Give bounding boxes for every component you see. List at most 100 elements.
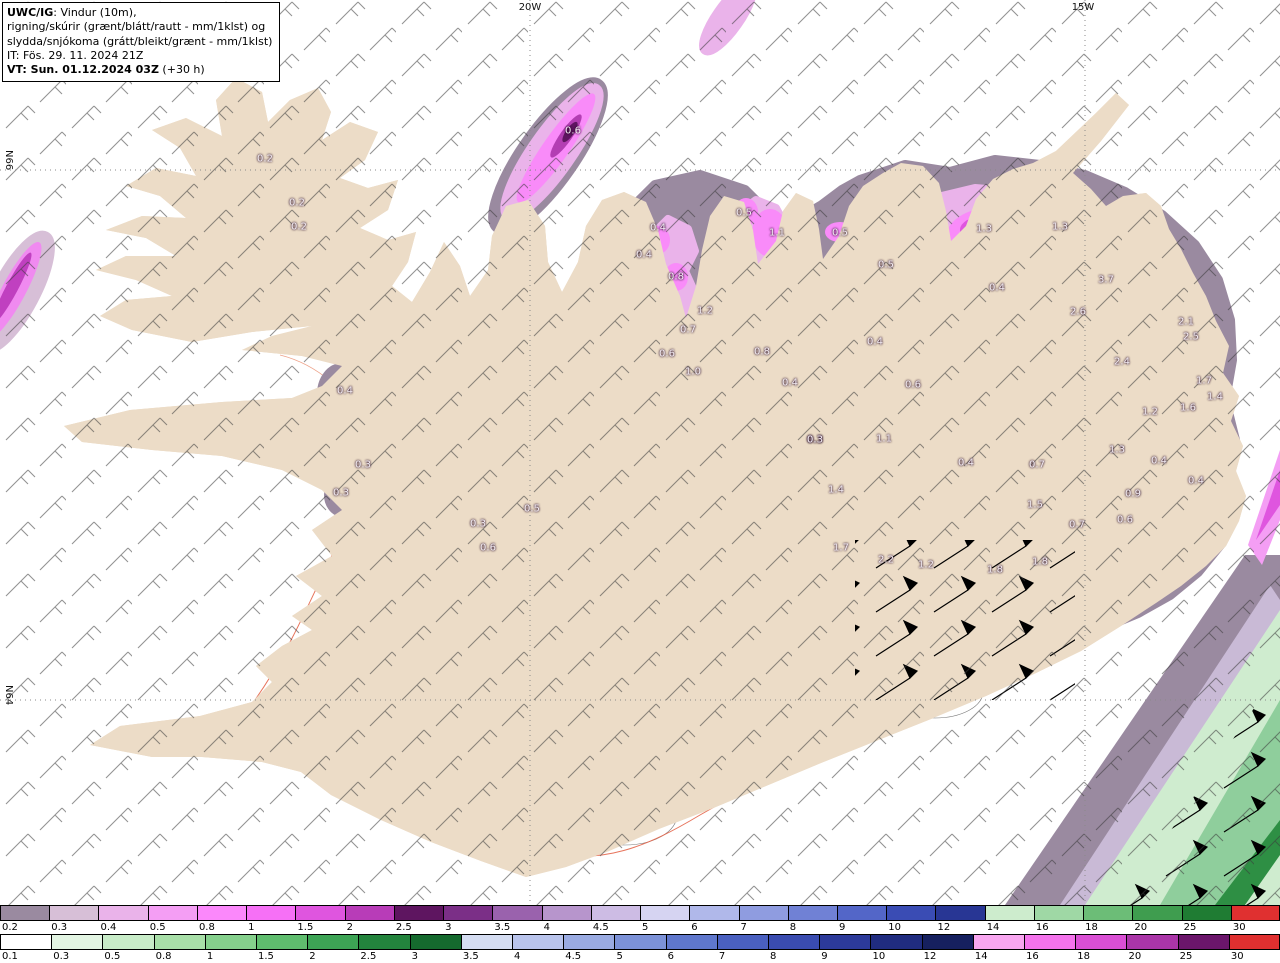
weather-map-page: { "title_box": { "model": "UWC/IG", "lin… [0,0,1280,963]
precip-value-label: 1.8 [987,564,1003,576]
colorbar-segment: 18 [1075,934,1127,963]
colorbar-rain: 0.1 0.3 0.5 0.8 1 1.5 2 2.5 3 3.5 4 4.5 5 6 7 8 9 10 12 14 1… [0,934,1280,963]
colorbar-segment: 20 [1132,905,1182,934]
precip-value-label: 0.4 [989,282,1005,294]
colorbar-segment: 9 [819,934,871,963]
colorbar-swatch [640,905,690,921]
colorbar-segment: 0.8 [196,905,247,934]
precip-value-label: 0.9 [1125,488,1141,500]
colorbar-swatch [541,905,591,921]
precip-value-label: 0.5 [524,503,540,515]
precip-value-label: 2.4 [1114,356,1130,368]
colorbar-swatch [787,905,837,921]
colorbar-segment: 0.5 [102,934,154,963]
colorbar-segment: 4.5 [590,905,641,934]
colorbar-swatch [204,934,257,950]
colorbar-segment: 2 [307,934,359,963]
precip-value-label: 0.6 [905,379,921,391]
colorbar-tick-label: 16 [1026,951,1039,962]
precip-value-label: 1.2 [918,559,934,571]
precip-value-label: 0.3 [333,487,349,499]
title-line-1: UWC/IG: Vindur (10m), [7,6,137,19]
precip-value-label: 1.1 [769,227,785,239]
colorbar-segment: 0.1 [0,934,52,963]
colorbar-swatch [344,905,394,921]
colorbar-swatch [1132,905,1182,921]
colorbar-tick-label: 25 [1179,951,1193,962]
colorbar-swatch [563,934,615,950]
precip-value-label: 2.5 [1183,331,1199,343]
title-box: UWC/IG: Vindur (10m), rigning/skúrir (gr… [2,2,281,83]
precip-value-label: 1.0 [685,366,701,378]
colorbar-tick-label: 0.3 [51,922,68,933]
colorbar-tick-label: 18 [1077,951,1090,962]
colorbar-tick-label: 3 [411,951,418,962]
precip-value-label: 0.2 [257,153,273,165]
colorbar-swatch [0,934,52,950]
colorbar-swatch [295,905,345,921]
colorbar-segment: 18 [1083,905,1133,934]
precip-value-label: 1.8 [1032,556,1048,568]
colorbar-swatch [153,934,205,950]
colorbar-tick-label: 3.5 [494,922,511,933]
precip-value-label: 0.7 [1069,519,1085,531]
colorbar-segment: 0.2 [0,905,50,934]
precip-value-label: 1.3 [1052,221,1068,233]
colorbar-tick-label: 7 [740,922,747,933]
colorbar-tick-label: 8 [789,922,797,933]
colorbar-tick-label: 0.4 [100,922,117,933]
precip-value-label: 1.3 [1109,444,1125,456]
colorbar-swatch [98,905,148,921]
colorbar-segment: 30 [1230,905,1280,934]
colorbar-swatch [1033,905,1084,921]
colorbar-segment: 7 [716,934,769,963]
precip-value-label: 1.4 [828,484,844,496]
colorbar-swatch [102,934,154,950]
colorbar-segment: 8 [787,905,837,934]
colorbar-segment: 16 [1024,934,1076,963]
colorbar-tick-label: 3.5 [462,951,479,962]
title-line-2: rigning/skúrir (grænt/blátt/rautt - mm/1… [7,20,266,34]
colorbar-tick-label: 9 [821,951,828,962]
colorbar-tick-label: 10 [888,922,901,933]
colorbar-swatch [492,905,542,921]
latitude-label: N64 [3,685,14,706]
weather-map-canvas: 0.2 0.2 0.2 0.6 0.4 0.4 0.8 1.2 0.7 0.6 1.0 0.5 1.1 0… [0,0,1280,905]
colorbar-swatch [393,905,444,921]
colorbar-swatch [443,905,493,921]
colorbar-tick-label: 0.8 [155,951,172,962]
colorbar-segment: 12 [935,905,985,934]
colorbar-segment: 3 [409,934,461,963]
colorbar-segment: 2.5 [358,934,410,963]
precip-value-label: 0.2 [291,221,307,233]
precip-value-label: 2.1 [1178,316,1194,328]
colorbar-segment: 25 [1177,934,1229,963]
colorbar-segment: 2 [344,905,394,934]
colorbar-tick-label: 0.8 [198,922,215,933]
colorbar-tick-label: 10 [872,951,886,962]
valid-time: VT: Sun. 01.12.2024 03Z (+30 h) [7,63,205,77]
precip-value-label: 0.4 [636,249,652,261]
precip-value-label: 1.6 [1180,402,1196,414]
colorbar-segment: 1 [246,905,296,934]
colorbar-swatch [886,905,936,921]
colorbar-tick-label: 0.2 [2,922,18,933]
colorbar-tick-label: 18 [1085,922,1098,933]
precip-value-label: 0.6 [565,125,581,137]
precip-value-label: 1.2 [697,305,713,317]
colorbar-swatch [1228,934,1280,950]
colorbar-tick-label: 2.5 [395,922,412,933]
colorbar-swatch [716,934,769,950]
precip-value-label: 0.5 [736,207,752,219]
colorbar-segment: 5 [614,934,666,963]
colorbar-tick-label: 4 [543,922,550,933]
precip-value-label: 1.3 [976,223,992,235]
colorbar-swatch [1024,934,1076,950]
precip-value-label: 0.3 [807,434,823,446]
colorbar-tick-label: 6 [691,922,698,933]
precip-value-label: 0.4 [337,385,353,397]
colorbar-segment: 10 [870,934,922,963]
colorbar-segment: 8 [768,934,820,963]
colorbar-tick-label: 6 [667,951,675,962]
precip-value-label: 1.7 [1196,375,1212,387]
